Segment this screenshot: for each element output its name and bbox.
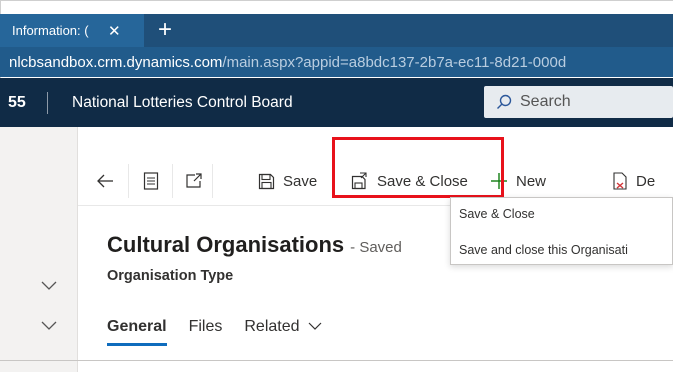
new-tab-button[interactable]: + [158,16,172,44]
form-divider [0,360,673,361]
highlight-box [332,137,504,198]
tooltip-description: Save and close this Organisati [459,243,628,257]
record-title-text: Cultural Organisations [107,232,345,257]
save-icon [258,173,275,189]
header-divider [47,92,48,114]
browser-tab-strip: Information: ( ✕ + [0,14,673,47]
back-arrow-icon [97,174,113,188]
form-view-button[interactable] [143,156,159,206]
open-new-window-button[interactable] [185,156,203,206]
tab-general[interactable]: General [107,318,167,358]
save-close-tooltip: Save & Close Save and close this Organis… [450,197,673,265]
brand-label: 55 [8,94,26,111]
tab-files[interactable]: Files [189,318,223,358]
delete-label: De [636,172,656,190]
app-name[interactable]: National Lotteries Control Board [72,78,293,127]
global-search[interactable] [484,86,673,118]
close-tab-icon[interactable]: ✕ [108,22,121,40]
form-icon [143,172,159,190]
browser-tab-title: Information: ( [12,23,89,38]
record-title: Cultural Organisations - Saved [107,232,402,258]
new-label: New [516,172,547,190]
command-separator [128,164,129,198]
browser-tab[interactable]: Information: ( ✕ [0,14,144,47]
command-separator [212,164,213,198]
app-header: 55 National Lotteries Control Board [0,78,673,127]
entity-type-label: Organisation Type [107,268,234,284]
save-label: Save [283,172,318,190]
command-separator [172,164,173,198]
save-status: - Saved [350,239,402,256]
tooltip-title: Save & Close [459,207,535,221]
url-host: nlcbsandbox.crm.dynamics.com [9,53,223,71]
chevron-down-icon[interactable] [40,277,58,295]
url-path: /main.aspx?appid=a8bdc137-2b7a-ec11-8d21… [222,53,567,71]
open-in-new-window-icon [186,173,202,188]
tab-related[interactable]: Related [244,318,322,358]
search-input[interactable] [512,93,662,111]
tab-related-label: Related [244,318,300,335]
delete-icon [613,172,627,190]
search-icon [484,86,512,118]
save-button[interactable]: Save [258,156,317,206]
back-button[interactable] [96,156,114,206]
form-tabs: General Files Related [107,318,344,358]
address-bar[interactable]: nlcbsandbox.crm.dynamics.com/main.aspx?a… [0,47,673,77]
left-nav-rail [0,127,78,372]
chevron-down-icon[interactable] [40,317,58,335]
chevron-down-icon [308,322,322,330]
